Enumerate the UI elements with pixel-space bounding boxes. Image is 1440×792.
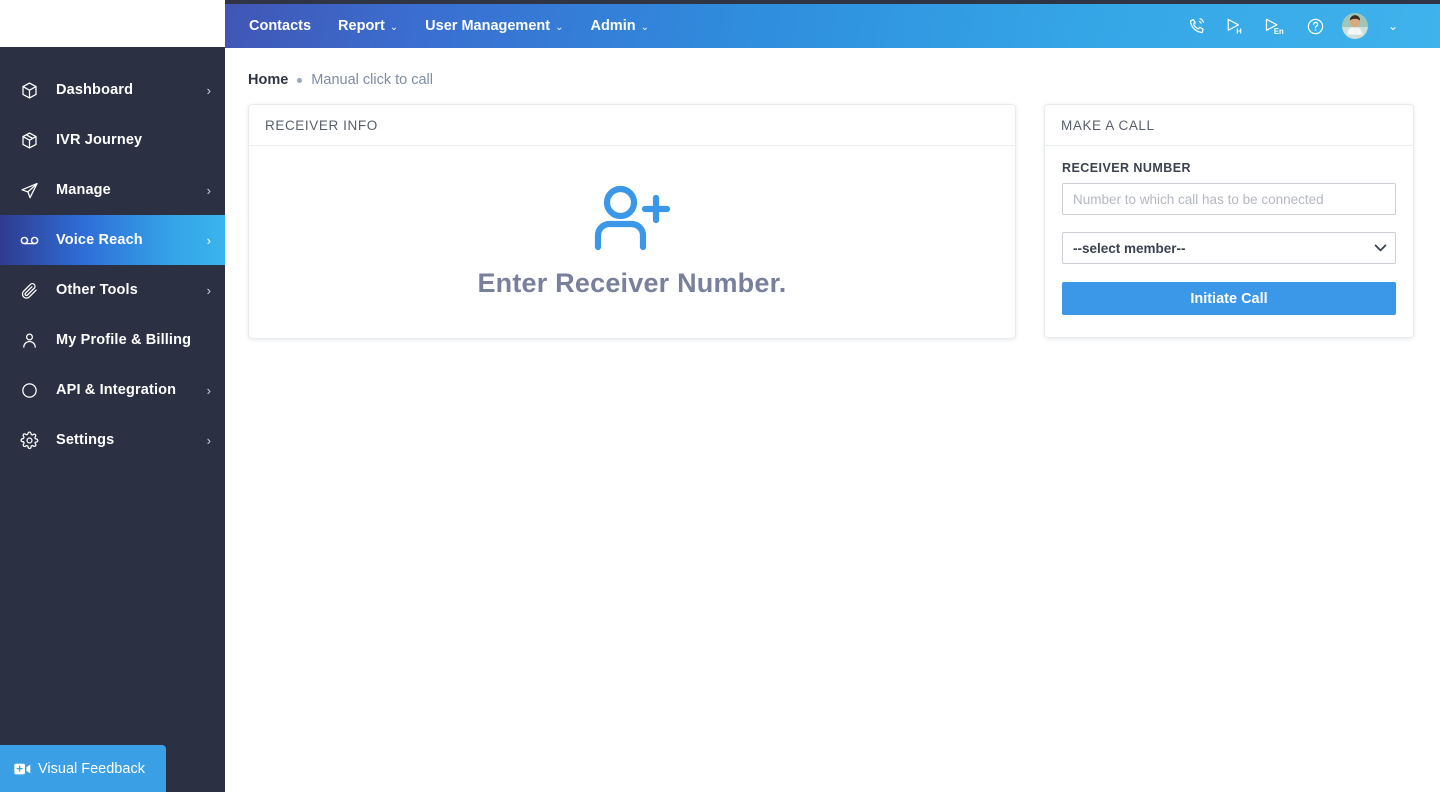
menu-item-contacts[interactable]: Contacts bbox=[249, 18, 311, 34]
menu-item-label: Report bbox=[338, 18, 385, 34]
help-circle-icon[interactable] bbox=[1306, 17, 1325, 36]
user-icon bbox=[14, 328, 44, 352]
send-icon bbox=[14, 178, 44, 202]
visual-feedback-button[interactable]: Visual Feedback bbox=[0, 745, 166, 792]
sidebar-item-label: IVR Journey bbox=[56, 132, 143, 148]
svg-text:H: H bbox=[1236, 27, 1242, 36]
receiver-number-input[interactable] bbox=[1062, 183, 1396, 215]
user-avatar[interactable] bbox=[1341, 13, 1368, 39]
chevron-down-icon[interactable]: ⌄ bbox=[1388, 19, 1398, 33]
sidebar-item-label: API & Integration bbox=[56, 382, 177, 398]
cube-icon bbox=[14, 78, 44, 102]
sidebar: Dashboard › IVR Journey Manage › Voice R… bbox=[0, 0, 225, 792]
menu-item-label: Contacts bbox=[249, 18, 312, 34]
chevron-down-icon: ⌄ bbox=[389, 21, 399, 33]
user-plus-icon bbox=[593, 185, 671, 256]
chevron-down-icon: ⌄ bbox=[555, 21, 564, 33]
play-hindi-icon[interactable]: H bbox=[1224, 16, 1246, 36]
chevron-down-icon: ⌄ bbox=[640, 21, 649, 33]
sidebar-item-dashboard[interactable]: Dashboard › bbox=[0, 65, 225, 115]
paperclip-icon bbox=[14, 278, 44, 302]
make-a-call-body: RECEIVER NUMBER --select member-- Initia… bbox=[1045, 146, 1413, 337]
sidebar-item-settings[interactable]: Settings › bbox=[0, 415, 225, 465]
logo-area[interactable] bbox=[0, 0, 225, 47]
make-a-call-title: MAKE A CALL bbox=[1045, 105, 1413, 146]
menu-item-label: Admin bbox=[590, 18, 636, 34]
voicemail-icon bbox=[14, 228, 44, 252]
menu-item-report[interactable]: Report ⌄ bbox=[338, 18, 398, 34]
visual-feedback-label: Visual Feedback bbox=[38, 760, 145, 777]
main-content: Home Manual click to call RECEIVER INFO … bbox=[225, 48, 1440, 792]
receiver-info-title: RECEIVER INFO bbox=[249, 105, 1015, 146]
sidebar-item-manage[interactable]: Manage › bbox=[0, 165, 225, 215]
sidebar-item-api-integration[interactable]: API & Integration › bbox=[0, 365, 225, 415]
chevron-right-icon: › bbox=[206, 382, 211, 398]
member-select-wrapper: --select member-- bbox=[1062, 232, 1396, 264]
header-actions: H En ⌄ bbox=[1187, 13, 1398, 39]
menu-item-user-management[interactable]: User Management ⌄ bbox=[425, 18, 563, 34]
breadcrumb-current: Manual click to call bbox=[311, 72, 433, 88]
top-header: Contacts Report ⌄ User Management ⌄ Admi… bbox=[225, 4, 1440, 48]
chevron-right-icon: › bbox=[206, 432, 211, 448]
box-icon bbox=[14, 128, 44, 152]
make-a-call-card: MAKE A CALL RECEIVER NUMBER --select mem… bbox=[1044, 104, 1414, 338]
circle-icon bbox=[14, 378, 44, 402]
play-english-icon[interactable]: En bbox=[1263, 16, 1289, 36]
app-root: Dashboard › IVR Journey Manage › Voice R… bbox=[0, 0, 1440, 792]
sidebar-item-other-tools[interactable]: Other Tools › bbox=[0, 265, 225, 315]
chevron-right-icon: › bbox=[206, 232, 211, 248]
breadcrumb: Home Manual click to call bbox=[225, 48, 1440, 88]
phone-ring-icon[interactable] bbox=[1187, 16, 1207, 36]
breadcrumb-separator-dot bbox=[297, 77, 303, 83]
video-camera-icon bbox=[14, 762, 31, 776]
menu-item-label: User Management bbox=[425, 18, 551, 34]
breadcrumb-home[interactable]: Home bbox=[248, 72, 288, 88]
svg-text:En: En bbox=[1274, 27, 1284, 36]
receiver-number-label: RECEIVER NUMBER bbox=[1062, 161, 1191, 175]
chevron-right-icon: › bbox=[206, 182, 211, 198]
chevron-right-icon: › bbox=[206, 82, 211, 98]
chevron-right-icon: › bbox=[206, 282, 211, 298]
sidebar-item-my-profile-billing[interactable]: My Profile & Billing bbox=[0, 315, 225, 365]
menu-item-admin[interactable]: Admin ⌄ bbox=[590, 18, 649, 34]
receiver-info-empty-state: Enter Receiver Number. bbox=[249, 146, 1015, 338]
header-menu: Contacts Report ⌄ User Management ⌄ Admi… bbox=[249, 18, 649, 34]
sidebar-item-label: Other Tools bbox=[56, 282, 138, 298]
content-row: RECEIVER INFO Enter Receiver Number. MAK… bbox=[225, 88, 1440, 339]
initiate-call-button[interactable]: Initiate Call bbox=[1062, 282, 1396, 315]
sidebar-item-label: Voice Reach bbox=[56, 232, 143, 248]
sidebar-item-label: Dashboard bbox=[56, 82, 134, 98]
member-select[interactable]: --select member-- bbox=[1062, 232, 1396, 264]
sidebar-item-voice-reach[interactable]: Voice Reach › bbox=[0, 215, 225, 265]
sidebar-item-label: Settings bbox=[56, 432, 115, 448]
sidebar-item-ivr-journey[interactable]: IVR Journey bbox=[0, 115, 225, 165]
gear-icon bbox=[14, 428, 44, 452]
sidebar-nav: Dashboard › IVR Journey Manage › Voice R… bbox=[0, 47, 225, 465]
sidebar-item-label: My Profile & Billing bbox=[56, 332, 192, 348]
receiver-info-empty-text: Enter Receiver Number. bbox=[477, 268, 787, 298]
receiver-info-card: RECEIVER INFO Enter Receiver Number. bbox=[248, 104, 1016, 339]
sidebar-item-label: Manage bbox=[56, 182, 111, 198]
